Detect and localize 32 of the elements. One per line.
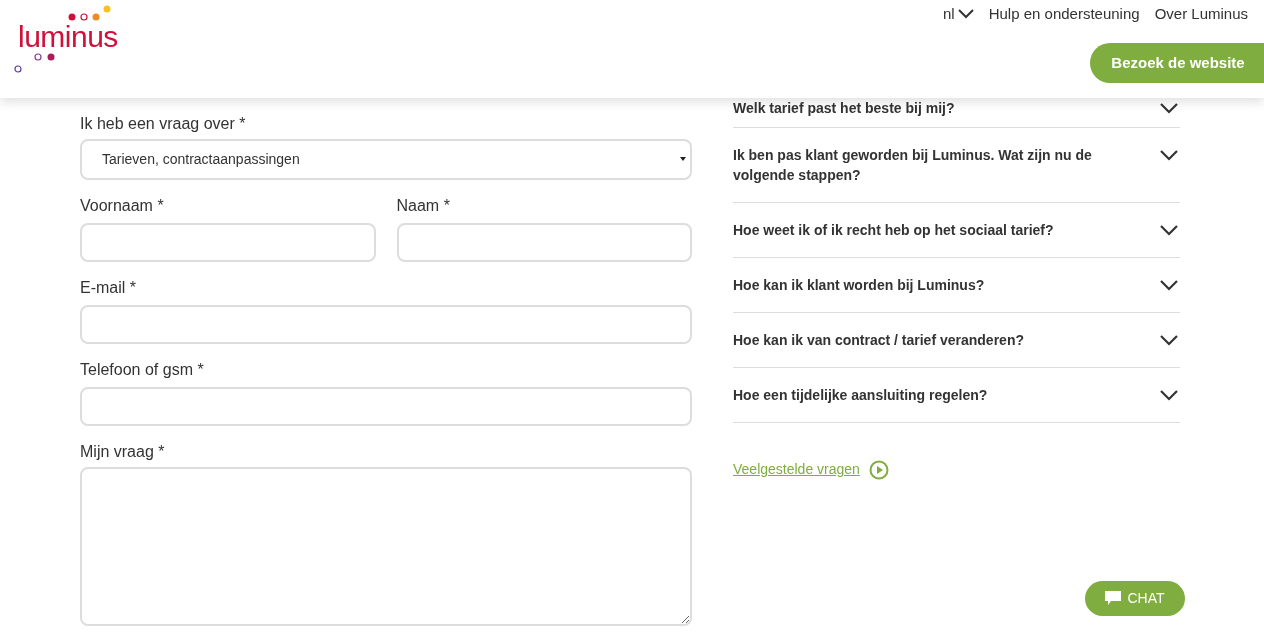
first-name-input[interactable] — [80, 223, 376, 262]
email-input[interactable] — [80, 305, 692, 344]
field-label: Naam * — [396, 196, 451, 216]
topic-select[interactable]: Tarieven, contractaanpassingen — [80, 139, 692, 180]
faq-item[interactable]: Hoe een tijdelijke aansluiting regelen? — [733, 368, 1180, 423]
faq-item[interactable]: Ik ben pas klant geworden bij Luminus. Wat zijn nu de volgende stappen? — [733, 128, 1180, 203]
field-label: Telefoon of gsm * — [80, 360, 205, 380]
phone-input[interactable] — [80, 387, 692, 426]
faq-question: Hoe een tijdelijke aansluiting regelen? — [733, 386, 989, 405]
question-textarea[interactable] — [80, 467, 692, 626]
language-selector[interactable]: nl — [943, 2, 974, 26]
field-label: Voornaam * — [80, 196, 165, 216]
play-circle-icon — [868, 459, 889, 480]
speech-bubble-icon — [1105, 591, 1122, 606]
faq-item[interactable]: Welk tarief past het beste bij mij? — [733, 98, 1180, 128]
nav-link[interactable]: Hulp en ondersteuning — [988, 2, 1140, 26]
field-label: E-mail * — [80, 278, 137, 298]
logo-wordmark[interactable]: luminus — [18, 20, 118, 54]
chevron-down-icon — [957, 9, 974, 19]
faq-item[interactable]: Hoe kan ik klant worden bij Luminus? — [733, 258, 1180, 313]
faq-question: Welk tarief past het beste bij mij? — [733, 99, 956, 118]
faq-question: Hoe kan ik klant worden bij Luminus? — [733, 276, 986, 295]
faq-item[interactable]: Hoe kan ik van contract / tarief veranderen? — [733, 313, 1180, 368]
faq-item[interactable]: Hoe weet ik of ik recht heb op het sociaal tarief? — [733, 203, 1180, 258]
last-name-input[interactable] — [396, 223, 692, 262]
nav-link[interactable]: Over Luminus — [1154, 2, 1248, 26]
faq-question: Hoe kan ik van contract / tarief veranderen? — [733, 331, 1025, 350]
field-label: Ik heb een vraag over * — [80, 114, 247, 134]
faq-question: Ik ben pas klant geworden bij Luminus. Wat zijn nu de volgende stappen? — [733, 146, 1093, 185]
dropdown-arrow-icon — [680, 157, 686, 161]
faq-question: Hoe weet ik of ik recht heb op het sociaal tarief? — [733, 221, 1055, 240]
field-label: Mijn vraag * — [80, 442, 166, 462]
